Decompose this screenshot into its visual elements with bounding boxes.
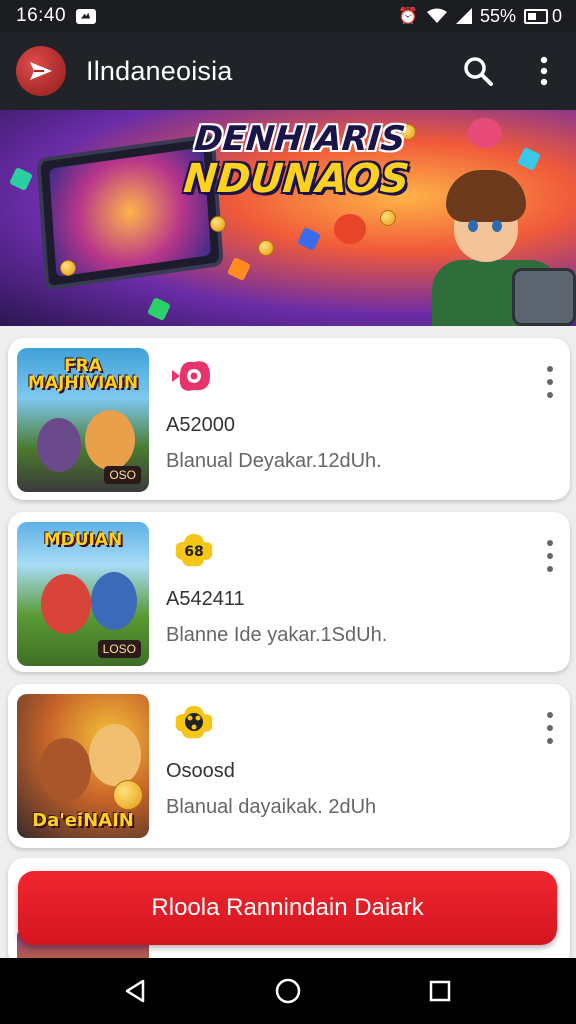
app-title: Ilndaneoisia [86, 55, 233, 86]
gem-decoration [9, 167, 33, 191]
game-thumbnail[interactable]: FRA MAJHIVIAIN OSO [17, 348, 149, 492]
photo-notification-icon [76, 8, 97, 24]
coin-decoration [60, 260, 76, 276]
recents-button[interactable] [420, 971, 460, 1011]
search-button[interactable] [460, 53, 496, 89]
coin-decoration [258, 240, 274, 256]
list-item[interactable]: MDUIAN LOSO 68 A542411 Blanne Ide yakar.… [8, 512, 570, 672]
list-item[interactable]: Da'eiNAIN Osoosd Blanual dayaikak. 2dUh [8, 684, 570, 848]
candy-icon [172, 361, 210, 391]
film-reel-icon [175, 706, 213, 739]
promo-banner[interactable]: DENHIARIS NDUNAOS [0, 110, 576, 326]
thumbnail-title: Da'eiNAIN [32, 810, 134, 831]
game-thumbnail[interactable]: Da'eiNAIN [17, 694, 149, 838]
game-thumbnail[interactable]: MDUIAN LOSO [17, 522, 149, 666]
coin-flower-icon: 68 [175, 534, 213, 567]
home-icon [275, 978, 301, 1004]
gem-decoration [297, 227, 321, 251]
banner-title-line2: NDUNAOS [181, 155, 412, 202]
more-vert-icon [540, 56, 548, 86]
coin-decoration [210, 216, 226, 232]
primary-action-button[interactable]: Rloola Rannindain Daiark [18, 871, 557, 945]
battery-percent: 55% [479, 5, 516, 26]
wifi-icon [426, 8, 447, 23]
overflow-menu-button[interactable] [526, 53, 562, 89]
item-more-button[interactable] [542, 366, 558, 398]
search-icon [464, 57, 493, 86]
app-actions [460, 53, 562, 89]
item-code: Osoosd [166, 760, 235, 782]
back-button[interactable] [116, 971, 156, 1011]
recents-icon [429, 980, 451, 1002]
coin-decoration [380, 210, 396, 226]
svg-text:68: 68 [184, 544, 203, 560]
monster-decoration [468, 118, 502, 148]
hero-character-illustration [420, 168, 576, 326]
back-icon [125, 979, 145, 1003]
thumbnail-badge: LOSO [97, 640, 141, 658]
item-description: Blanual Deyakar.12dUh. [166, 450, 382, 472]
battery-icon [523, 8, 548, 24]
app-bar: Ilndaneoisia [0, 32, 576, 110]
status-time: 16:40 [16, 5, 67, 26]
gem-decoration [227, 257, 251, 281]
home-button[interactable] [268, 971, 308, 1011]
monster-decoration [334, 214, 366, 244]
list-item[interactable]: FRA MAJHIVIAIN OSO A52000 Blanual Deyaka… [8, 338, 570, 500]
item-more-button[interactable] [542, 712, 558, 744]
item-description: Blanne Ide yakar.1SdUh. [166, 624, 388, 646]
thumbnail-title: MDUIAN [43, 530, 123, 550]
item-description: Blanual dayaikak. 2dUh [166, 796, 377, 818]
system-nav-bar [0, 958, 576, 1024]
banner-title: DENHIARIS NDUNAOS [175, 119, 422, 202]
app-logo-icon[interactable] [16, 46, 66, 96]
thumbnail-title: FRA MAJHIVIAIN [27, 356, 139, 393]
item-code: A542411 [166, 588, 245, 610]
send-icon [30, 62, 52, 80]
battery-suffix: 0 [551, 5, 562, 26]
status-bar: 16:40 ⏰ 55% 0 [0, 0, 576, 32]
item-code: A52000 [166, 414, 235, 436]
thumbnail-badge: OSO [104, 466, 141, 484]
gem-decoration [147, 297, 171, 321]
status-icons: ⏰ 55% 0 [398, 6, 562, 27]
signal-icon [455, 8, 472, 24]
alarm-icon: ⏰ [398, 8, 418, 25]
item-more-button[interactable] [542, 540, 558, 572]
banner-title-line1: DENHIARIS [192, 119, 407, 159]
